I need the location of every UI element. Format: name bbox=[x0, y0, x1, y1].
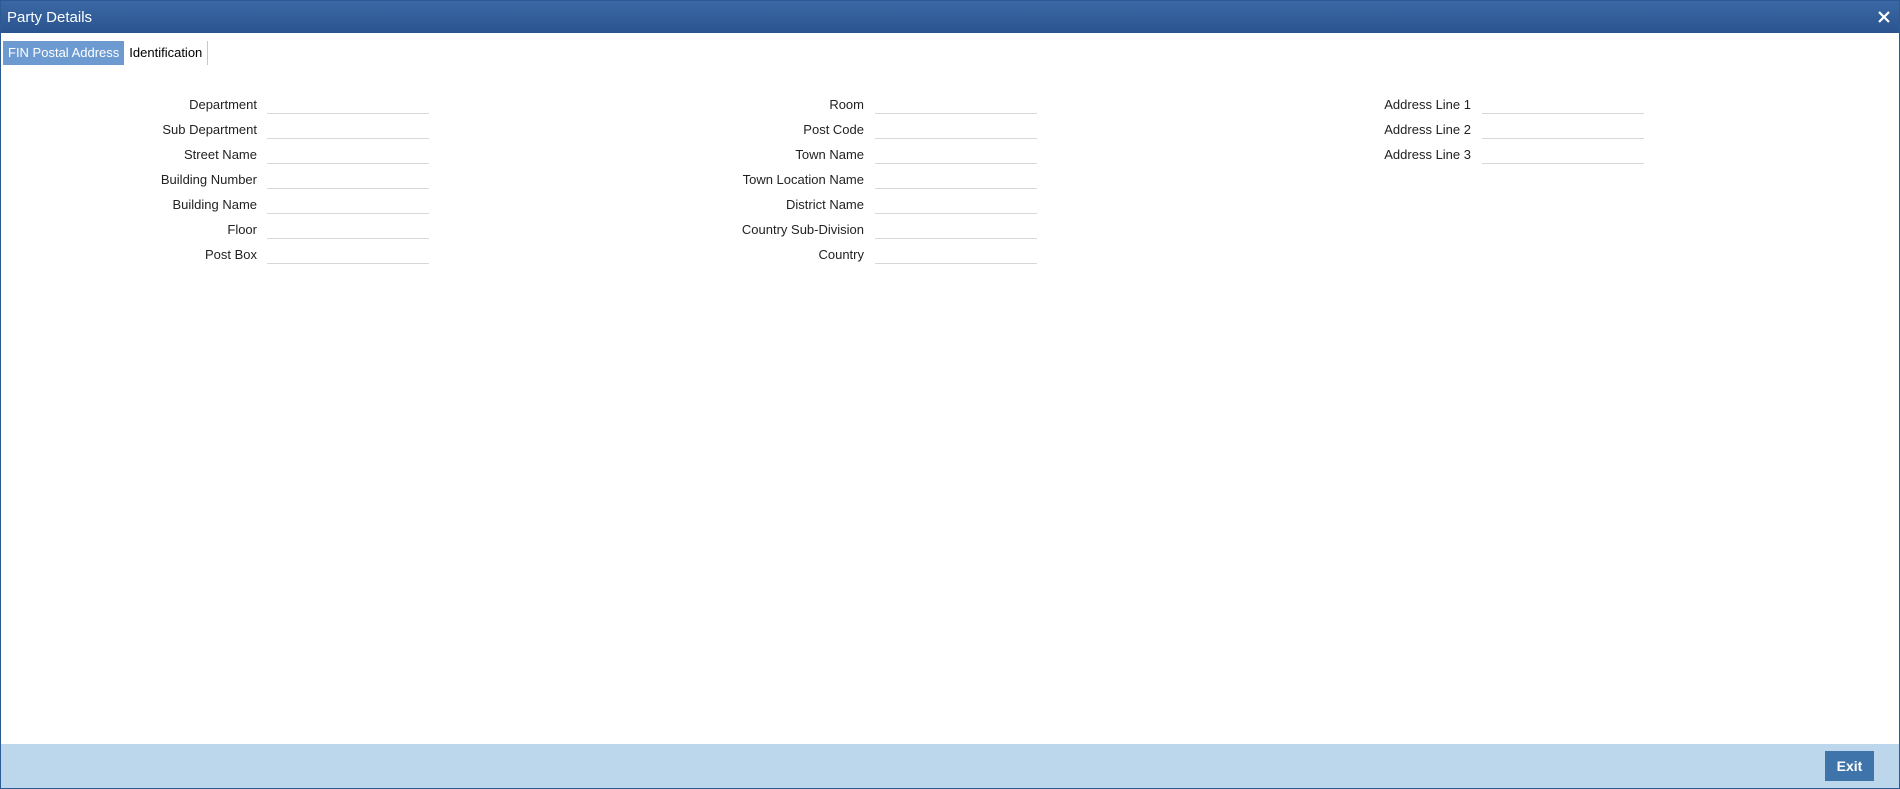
tab-fin-postal-address[interactable]: FIN Postal Address bbox=[3, 41, 125, 65]
tab-identification[interactable]: Identification bbox=[124, 41, 209, 65]
country-input[interactable] bbox=[875, 243, 1037, 264]
address-line-1-row: Address Line 1 bbox=[1, 93, 1471, 115]
country-row: Country bbox=[1, 243, 864, 265]
country-sub-division-row: Country Sub-Division bbox=[1, 218, 864, 240]
title-bar[interactable]: Party Details bbox=[1, 1, 1899, 33]
address-line-3-row: Address Line 3 bbox=[1, 143, 1471, 165]
address-line-2-label: Address Line 2 bbox=[1384, 122, 1471, 137]
district-name-input[interactable] bbox=[875, 193, 1037, 214]
district-name-row: District Name bbox=[1, 193, 864, 215]
district-name-label: District Name bbox=[785, 197, 864, 212]
close-icon bbox=[1878, 11, 1890, 23]
address-line-2-input[interactable] bbox=[1482, 118, 1644, 139]
tab-strip: FIN Postal Address Identification bbox=[3, 41, 209, 65]
address-line-2-row: Address Line 2 bbox=[1, 118, 1471, 140]
address-line-1-input[interactable] bbox=[1482, 93, 1644, 114]
window-title: Party Details bbox=[7, 9, 93, 26]
town-location-name-input[interactable] bbox=[875, 168, 1037, 189]
address-line-3-input[interactable] bbox=[1482, 143, 1644, 164]
address-line-1-label: Address Line 1 bbox=[1384, 97, 1471, 112]
party-details-window: Party Details FIN Postal Address Identif… bbox=[0, 0, 1900, 789]
town-location-name-label: Town Location Name bbox=[742, 172, 864, 187]
country-sub-division-input[interactable] bbox=[875, 218, 1037, 239]
exit-button[interactable]: Exit bbox=[1825, 751, 1874, 781]
close-button[interactable] bbox=[1873, 6, 1895, 28]
country-sub-division-label: Country Sub-Division bbox=[741, 222, 864, 237]
town-location-name-row: Town Location Name bbox=[1, 168, 864, 190]
country-label: Country bbox=[818, 247, 864, 262]
address-line-3-label: Address Line 3 bbox=[1384, 147, 1471, 162]
footer-bar: Exit bbox=[1, 744, 1899, 788]
